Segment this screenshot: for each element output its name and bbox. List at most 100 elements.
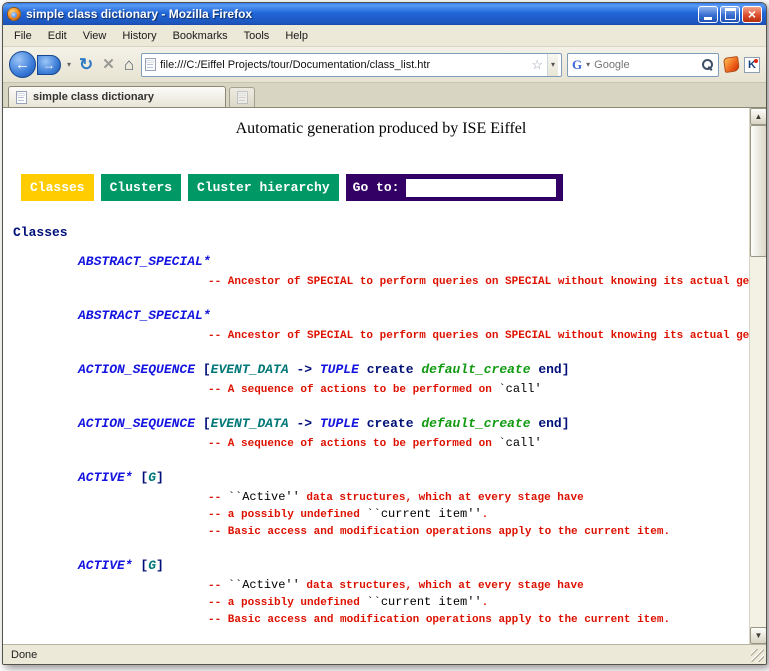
google-logo-icon[interactable]: G [572,57,582,73]
class-signature: ABSTRACT_SPECIAL* [78,308,749,324]
class-signature: ACTIVE* [G] [78,470,749,486]
menu-bookmarks[interactable]: Bookmarks [165,27,236,45]
comment-line: -- Ancestor of SPECIAL to perform querie… [208,327,749,344]
bookmark-star-icon[interactable]: ☆ [531,58,543,71]
menu-help[interactable]: Help [277,27,316,45]
menu-history[interactable]: History [114,27,164,45]
comment-token: -- [208,580,228,592]
nav-toolbar: ← → ▾ ↻ ✕ ⌂ ☆ ▾ G ▾ K [3,47,766,83]
search-magnifier-icon[interactable] [702,59,714,71]
stop-icon[interactable]: ✕ [100,57,117,72]
class-signature: ACTION_SEQUENCE [EVENT_DATA -> TUPLE cre… [78,416,749,432]
url-input[interactable] [160,59,527,71]
class-link[interactable]: TUPLE [320,416,359,431]
home-icon[interactable]: ⌂ [122,56,136,73]
comment-token: -- A sequence of actions to be performed… [208,438,498,450]
search-engine-dropdown-icon[interactable]: ▾ [585,60,591,69]
class-link[interactable]: ABSTRACT_SPECIAL* [78,308,211,323]
code-token: G [148,558,156,573]
comment-token: ``current item'' [366,507,481,521]
cluster-hierarchy-button[interactable]: Cluster hierarchy [188,174,339,201]
reload-icon[interactable]: ↻ [77,56,95,73]
class-entry: ABSTRACT_SPECIAL* -- Ancestor of SPECIAL … [78,308,749,344]
new-tab-button[interactable] [229,87,255,107]
comment-line: -- Basic access and modification operati… [208,523,749,540]
resize-grip[interactable] [751,649,764,662]
code-token: EVENT_DATA [211,416,289,431]
code-token: -> [289,416,320,431]
code-token: [ [133,558,149,573]
goto-input[interactable] [406,179,556,197]
class-link[interactable]: ABSTRACT_SPECIAL* [78,254,211,269]
tab-strip: simple class dictionary [3,83,766,108]
comment-token: . [482,509,489,521]
comment-token: `call' [498,436,541,450]
comment-token: -- Ancestor of SPECIAL to perform querie… [208,330,749,342]
code-token: -> [289,362,320,377]
back-button[interactable]: ← [9,51,36,78]
tab-simple-class-dictionary[interactable]: simple class dictionary [8,86,226,107]
minimize-button[interactable] [698,6,718,23]
class-link[interactable]: ACTIVE* [78,558,133,573]
code-token: default_create [421,362,530,377]
code-token: G [148,470,156,485]
favicon-page-icon [145,58,156,71]
class-link[interactable]: ACTIVE* [78,470,133,485]
addon-icon-orange[interactable] [723,56,740,73]
address-bar: ☆ ▾ [141,53,562,77]
addon-icon-k[interactable]: K [744,57,760,73]
menu-edit[interactable]: Edit [40,27,75,45]
code-token: default_create [421,416,530,431]
history-dropdown-icon[interactable]: ▾ [66,60,72,69]
menu-tools[interactable]: Tools [236,27,278,45]
comment-line: -- Ancestor of SPECIAL to perform querie… [208,273,749,290]
comment-token: -- a possibly undefined [208,509,366,521]
firefox-icon [7,7,21,21]
window-title: simple class dictionary - Mozilla Firefo… [26,7,693,21]
comment-line: -- a possibly undefined ``current item''… [208,594,749,611]
page-title: Automatic generation produced by ISE Eif… [13,120,749,138]
class-signature: ABSTRACT_SPECIAL* [78,254,749,270]
class-link[interactable]: ACTION_SEQUENCE [78,362,195,377]
code-token: ] [156,470,164,485]
comment-token: . [482,597,489,609]
class-entry: ACTIVE* [G]-- ``Active'' data structures… [78,558,749,628]
comment-token: -- [208,492,228,504]
menu-file[interactable]: File [6,27,40,45]
section-title: Classes [13,225,749,240]
comment-token: -- a possibly undefined [208,597,366,609]
class-link[interactable]: ACTION_SEQUENCE [78,416,195,431]
new-tab-page-icon [237,91,248,104]
code-token: end] [531,416,570,431]
titlebar: simple class dictionary - Mozilla Firefo… [3,3,766,25]
comment-token: -- Basic access and modification operati… [208,526,670,538]
menu-view[interactable]: View [75,27,115,45]
close-button[interactable] [742,6,762,23]
comment-line: -- ``Active'' data structures, which at … [208,489,749,506]
search-input[interactable] [594,59,699,71]
code-token: [ [133,470,149,485]
vertical-scrollbar[interactable]: ▲ ▼ [749,108,766,644]
search-bar: G ▾ [567,53,719,77]
maximize-button[interactable] [720,6,740,23]
code-token: create [359,416,421,431]
classes-button[interactable]: Classes [21,174,94,201]
forward-button[interactable]: → [37,55,61,75]
clusters-button[interactable]: Clusters [101,174,181,201]
scroll-up-button[interactable]: ▲ [750,108,766,125]
comment-token: -- Ancestor of SPECIAL to perform querie… [208,276,749,288]
window-controls [698,6,762,23]
class-link[interactable]: TUPLE [320,362,359,377]
class-signature: ACTIVE* [G] [78,558,749,574]
scroll-down-button[interactable]: ▼ [750,627,766,644]
class-entry: ACTION_SEQUENCE [EVENT_DATA -> TUPLE cre… [78,362,749,398]
class-entry: ACTION_SEQUENCE [EVENT_DATA -> TUPLE cre… [78,416,749,452]
class-signature: ACTION_SEQUENCE [EVENT_DATA -> TUPLE cre… [78,362,749,378]
comment-token: -- A sequence of actions to be performed… [208,384,498,396]
browser-window: simple class dictionary - Mozilla Firefo… [2,2,767,665]
scrollbar-thumb[interactable] [750,125,766,257]
url-dropdown-icon[interactable]: ▾ [547,54,558,76]
document-area: Automatic generation produced by ISE Eif… [3,108,749,644]
comment-line: -- a possibly undefined ``current item''… [208,506,749,523]
comment-token: data structures, which at every stage ha… [300,492,584,504]
